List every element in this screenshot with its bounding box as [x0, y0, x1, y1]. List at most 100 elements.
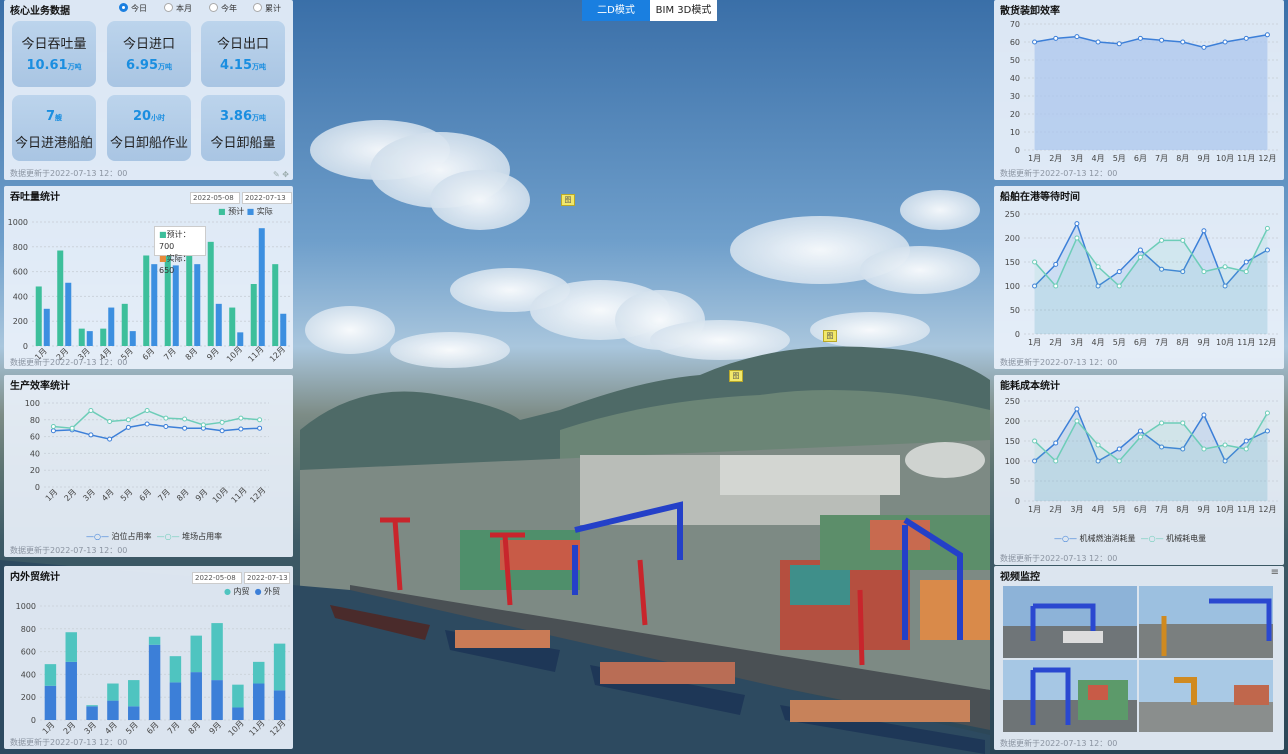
y-tick-label: 10	[1010, 128, 1020, 137]
radio-month[interactable]: 本月	[164, 3, 192, 14]
data-point	[1159, 420, 1165, 426]
data-point	[1032, 438, 1038, 444]
data-point	[257, 417, 263, 423]
y-tick-label: 40	[30, 449, 40, 458]
data-point	[1201, 446, 1207, 452]
bar	[258, 228, 265, 346]
y-tick-label: 150	[1005, 258, 1020, 267]
bar	[169, 682, 182, 720]
y-tick-label: 800	[13, 243, 28, 252]
x-tick-label: 5月	[119, 487, 135, 503]
data-point	[238, 415, 244, 421]
panel-title: 生产效率统计	[10, 381, 70, 392]
edit-icon[interactable]: ✎ ✥	[273, 170, 289, 179]
bar	[108, 307, 115, 346]
date-from-input[interactable]: 2022-05-08	[190, 192, 240, 204]
data-point	[1180, 420, 1186, 426]
bar	[148, 644, 161, 720]
radio-total[interactable]: 累计	[253, 3, 281, 14]
x-tick-label: 7月	[1155, 505, 1168, 514]
x-tick-label: 1月	[1028, 154, 1041, 163]
map-marker-icon[interactable]: 图	[561, 194, 575, 206]
data-point	[1032, 259, 1038, 265]
radio-today[interactable]: 今日	[119, 3, 147, 14]
unload-area-chart[interactable]: 0 10 20 30 40 50 60 70 1月 2月 3月 4月 5月 6月 7月 8月 9月 10月 11月 1…	[994, 12, 1284, 172]
data-point	[1222, 442, 1228, 448]
waiting-line-chart[interactable]: 0 50 100 150 200 250 1月 2月 3月 4月 5月 6月 7月 8月 9月 10月 11月 1…	[994, 200, 1284, 365]
update-time: 数据更新于2022-07-13 12：00	[10, 738, 128, 747]
y-tick-label: 0	[35, 483, 40, 492]
video-feed-2[interactable]	[1139, 586, 1273, 658]
x-tick-label: 10月	[1216, 154, 1234, 163]
data-point	[1201, 269, 1207, 275]
video-feed-4[interactable]	[1139, 660, 1273, 732]
x-tick-label: 9月	[1197, 338, 1210, 347]
data-point	[182, 416, 188, 422]
core-business-panel: 核心业务数据 今日 本月 今年 累计 今日吞吐量 10.61万吨 今日进口 6.…	[4, 0, 293, 180]
mode-bim-3d-button[interactable]: BIM 3D模式	[650, 0, 717, 21]
y-tick-label: 100	[1005, 282, 1020, 291]
date-to-input[interactable]: 2022-07-13	[242, 192, 292, 204]
video-feed-3[interactable]	[1003, 660, 1137, 732]
x-tick-label: 10月	[211, 486, 230, 505]
x-tick-label: 4月	[100, 487, 116, 503]
x-tick-label: 12月	[1258, 505, 1276, 514]
y-tick-label: 200	[1005, 234, 1020, 243]
data-point	[1243, 438, 1249, 444]
bar	[232, 707, 244, 720]
data-point	[1201, 228, 1207, 234]
bar	[232, 684, 244, 708]
data-point	[1243, 269, 1249, 275]
trade-stacked-bar-chart[interactable]: 0 200 400 600 800 1000 1月 2月 3月 4月 5月 6月 7月 8月 9月 10月 11…	[4, 594, 293, 749]
bar	[128, 706, 140, 720]
map-marker-icon[interactable]: 图	[729, 370, 743, 382]
data-point	[1264, 225, 1270, 231]
bar	[44, 664, 57, 686]
bar	[229, 307, 236, 346]
unload-efficiency-panel: 散货装卸效率 0 10 20 30 40 50 60 70 1月 2月 3月 4月 5月 6月 7月 8月 9月…	[994, 0, 1284, 180]
y-tick-label: 800	[21, 625, 36, 634]
data-point	[1116, 283, 1122, 289]
data-point	[88, 432, 94, 438]
data-point	[88, 408, 94, 414]
mode-2d-button[interactable]: 二D模式	[582, 0, 650, 21]
data-point	[1053, 261, 1059, 267]
x-tick-label: 1月	[41, 720, 57, 736]
data-point	[144, 421, 150, 427]
map-marker-icon[interactable]: 图	[823, 330, 837, 342]
video-feed-1[interactable]	[1003, 586, 1137, 658]
energy-line-chart[interactable]: 0 50 100 150 200 250 1月 2月 3月 4月 5月 6月 7月 8月 9月 10月 11月 1…	[994, 389, 1284, 539]
date-to-input[interactable]: 2022-07-13	[244, 572, 290, 584]
y-tick-label: 100	[25, 399, 40, 408]
list-icon[interactable]: ≡	[1271, 567, 1279, 578]
data-point	[163, 424, 169, 430]
data-point	[1137, 428, 1143, 434]
y-tick-label: 50	[1010, 477, 1020, 486]
data-point	[107, 436, 113, 442]
data-point	[1137, 434, 1143, 440]
y-tick-label: 0	[1015, 497, 1020, 506]
data-point	[1243, 259, 1249, 265]
data-point	[1201, 44, 1207, 50]
efficiency-line-chart[interactable]: 0 20 40 60 80 100 1月 2月 3月 4月 5月 6月 7月 8月 9月 10月 11月 12月	[4, 391, 293, 541]
data-point	[144, 408, 150, 414]
data-point	[1137, 254, 1143, 260]
x-tick-label: 11月	[246, 345, 265, 364]
waiting-time-panel: 船舶在港等待时间 0 50 100 150 200 250 1月 2月 3月 4月 5月 6月 7月 8月…	[994, 186, 1284, 369]
data-point	[1159, 37, 1165, 43]
date-from-input[interactable]: 2022-05-08	[192, 572, 242, 584]
x-tick-label: 4月	[1092, 505, 1105, 514]
throughput-bar-chart[interactable]: 020040060080010001月 2月 3月 4月 5月 6月 7月 8月 9月 10月 11…	[4, 204, 293, 374]
x-tick-label: 8月	[1176, 154, 1189, 163]
bar	[237, 332, 244, 346]
bar	[215, 303, 222, 346]
series-area	[1034, 34, 1268, 150]
bar	[169, 656, 182, 683]
radio-year[interactable]: 今年	[209, 3, 237, 14]
y-tick-label: 200	[13, 317, 28, 326]
bar	[207, 241, 214, 346]
update-time: 数据更新于2022-07-13 12：00	[1000, 169, 1118, 178]
y-tick-label: 60	[1010, 38, 1020, 47]
bar	[65, 282, 72, 346]
x-tick-label: 1月	[1028, 338, 1041, 347]
